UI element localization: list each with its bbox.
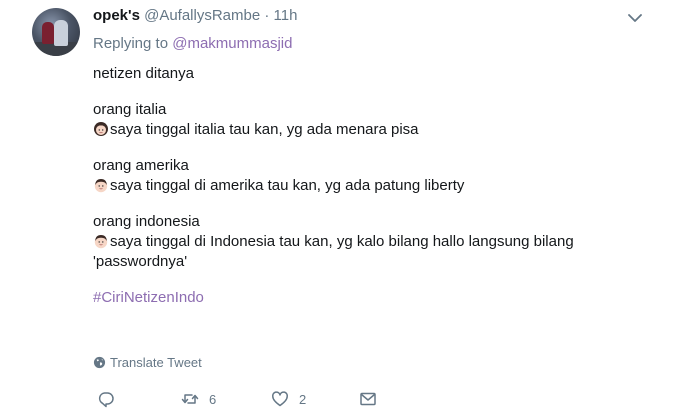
tweet-actions: 6 2 [93, 388, 653, 410]
globe-icon [93, 356, 106, 369]
envelope-icon [360, 392, 376, 406]
tweet-line-with-emoji: saya tinggal di amerika tau kan, yg ada … [93, 176, 613, 196]
tweet-line-with-emoji: saya tinggal di Indonesia tau kan, yg ka… [93, 232, 613, 252]
like-button[interactable]: 2 [271, 388, 306, 410]
retweet-count: 6 [209, 391, 217, 407]
display-name[interactable]: opek's [93, 7, 140, 24]
hashtag-link[interactable]: #CiriNetizenIndo [93, 289, 204, 306]
tweet-line: orang amerika [93, 157, 189, 174]
retweet-button[interactable]: 6 [181, 388, 216, 410]
reply-icon [98, 392, 114, 408]
replying-to: Replying to @makmummasjid [93, 34, 292, 54]
translate-tweet-link[interactable]: Translate Tweet [93, 354, 202, 372]
avatar[interactable] [32, 8, 80, 56]
tweet-line-text: saya tinggal italia tau kan, yg ada mena… [110, 121, 419, 138]
translate-label: Translate Tweet [110, 355, 202, 370]
man-face-emoji-icon [94, 235, 108, 249]
user-handle[interactable]: @AufallysRambe [144, 7, 260, 24]
like-count: 2 [299, 391, 307, 407]
direct-message-button[interactable] [359, 388, 377, 410]
tweet: opek's @AufallysRambe · 11h Replying to … [0, 0, 676, 420]
tweet-line: 'passwordnya' [93, 253, 188, 270]
girl-face-emoji-icon [94, 122, 108, 136]
heart-icon [272, 391, 288, 407]
timestamp[interactable]: 11h [274, 7, 298, 24]
tweet-line-text: saya tinggal di Indonesia tau kan, yg ka… [110, 233, 574, 250]
tweet-text: netizen ditanya orang italia saya tingga… [93, 64, 613, 308]
tweet-line: netizen ditanya [93, 65, 194, 82]
reply-mention-link[interactable]: @makmummasjid [172, 35, 292, 52]
separator-dot: · [264, 7, 270, 24]
tweet-line-with-emoji: saya tinggal italia tau kan, yg ada mena… [93, 120, 613, 140]
reply-button[interactable] [97, 388, 115, 410]
man-face-emoji-icon [94, 179, 108, 193]
chevron-down-icon[interactable] [627, 10, 643, 26]
tweet-line: orang italia [93, 101, 167, 118]
hashtag-line: #CiriNetizenIndo [93, 288, 613, 308]
tweet-line-text: saya tinggal di amerika tau kan, yg ada … [110, 177, 465, 194]
tweet-line: orang indonesia [93, 213, 200, 230]
replying-prefix: Replying to [93, 35, 169, 52]
tweet-header: opek's @AufallysRambe · 11h [93, 6, 297, 26]
retweet-icon [181, 394, 199, 404]
